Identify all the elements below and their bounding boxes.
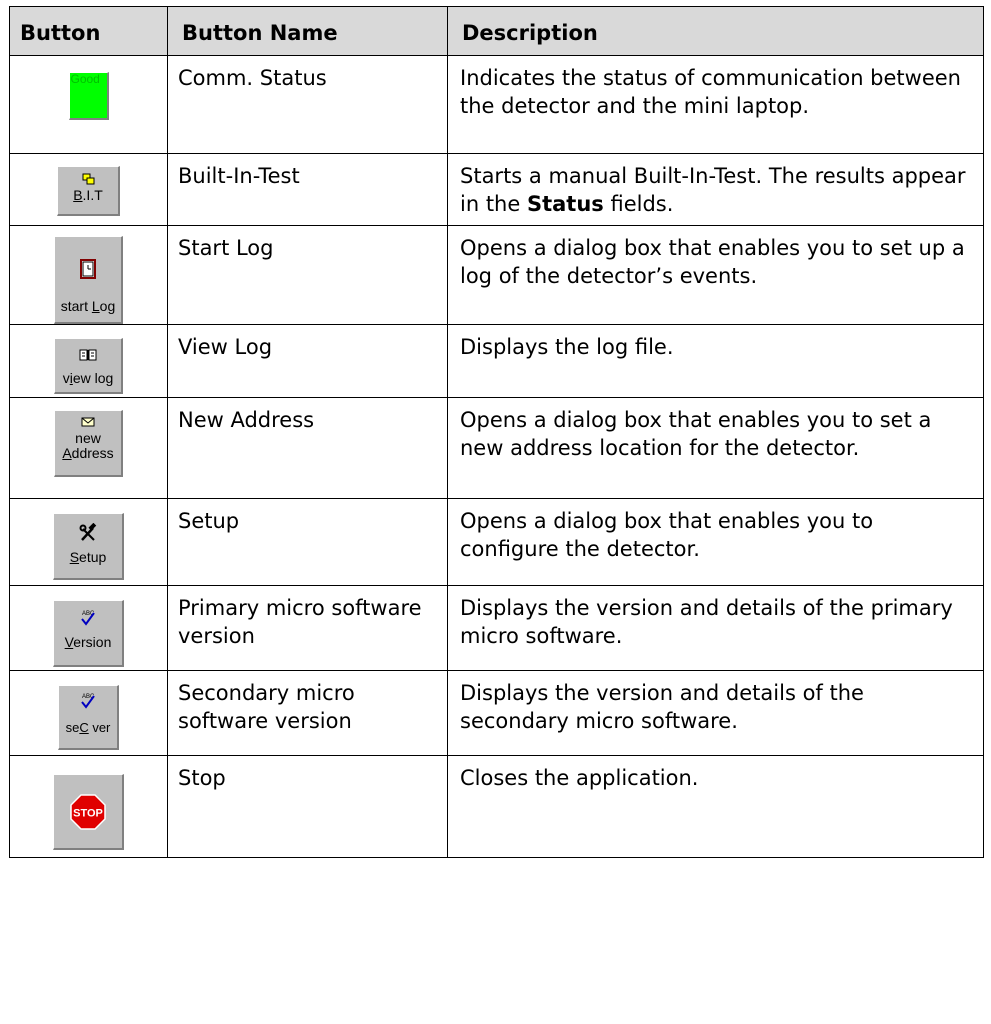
comm-status-indicator[interactable]: Good: [68, 72, 109, 120]
row-description: Closes the application.: [447, 755, 984, 858]
header-button: Button: [9, 6, 168, 56]
table-row: view log View Log Displays the log file.: [9, 324, 984, 398]
table-row: B.I.T Built-In-Test Starts a manual Buil…: [9, 153, 984, 226]
stop-button[interactable]: STOP: [53, 774, 124, 850]
start-log-button[interactable]: start Log: [54, 236, 123, 324]
row-name: Primary micro software version: [167, 585, 448, 671]
clock-log-icon: [80, 259, 96, 279]
row-name: Secondary micro software version: [167, 670, 448, 756]
row-description: Opens a dialog box that enables you to s…: [447, 397, 984, 499]
tools-icon: [79, 523, 97, 541]
table-row: ABC seC ver Secondary micro software ver…: [9, 670, 984, 756]
table-row: start Log Start Log Opens a dialog box t…: [9, 225, 984, 325]
row-name: Comm. Status: [167, 55, 448, 154]
new-address-button[interactable]: new Address: [54, 410, 123, 477]
spellcheck-icon: ABC: [81, 611, 95, 626]
table-row: new Address New Address Opens a dialog b…: [9, 397, 984, 499]
row-name: Start Log: [167, 225, 448, 325]
secondary-version-button[interactable]: ABC seC ver: [58, 685, 119, 750]
row-description: Indicates the status of communication be…: [447, 55, 984, 154]
header-button-name: Button Name: [167, 6, 448, 56]
new-address-label-line2: Address: [62, 445, 114, 461]
start-log-label: start Log: [60, 298, 116, 314]
row-name: Setup: [167, 498, 448, 586]
bit-button-label: B.I.T: [73, 187, 103, 203]
table-row: ABC Version Primary micro software versi…: [9, 585, 984, 671]
stop-sign-icon: STOP: [70, 794, 106, 830]
row-description: Displays the version and details of the …: [447, 670, 984, 756]
header-description: Description: [447, 6, 984, 56]
status-good-label: Good: [70, 72, 100, 86]
version-button[interactable]: ABC Version: [53, 600, 124, 667]
table-row: STOP Stop Closes the application.: [9, 755, 984, 858]
setup-label: Setup: [69, 549, 107, 565]
table-row: Good Comm. Status Indicates the status o…: [9, 55, 984, 154]
row-description: Starts a manual Built-In-Test. The resul…: [447, 153, 984, 226]
row-description: Opens a dialog box that enables you to c…: [447, 498, 984, 586]
row-name: Built-In-Test: [167, 153, 448, 226]
secondary-version-label: seC ver: [65, 720, 111, 735]
envelope-icon: [81, 417, 95, 427]
version-label: Version: [64, 634, 112, 650]
table-row: Setup Setup Opens a dialog box that enab…: [9, 498, 984, 586]
button-reference-table: Button Button Name Description Good Comm…: [9, 6, 984, 858]
new-address-label-line1: new: [75, 430, 101, 446]
view-log-label: view log: [62, 370, 114, 386]
bit-button[interactable]: B.I.T: [57, 166, 120, 216]
row-description: Displays the log file.: [447, 324, 984, 398]
setup-button[interactable]: Setup: [53, 513, 124, 580]
bit-test-icon: [82, 173, 95, 185]
spellcheck-icon: ABC: [81, 694, 95, 709]
view-log-button[interactable]: view log: [54, 338, 123, 394]
table-header-row: Button Button Name Description: [9, 6, 984, 56]
row-description: Opens a dialog box that enables you to s…: [447, 225, 984, 325]
row-name: Stop: [167, 755, 448, 858]
row-description: Displays the version and details of the …: [447, 585, 984, 671]
svg-text:STOP: STOP: [73, 808, 103, 820]
row-name: New Address: [167, 397, 448, 499]
open-book-icon: [79, 349, 97, 361]
status-emphasis: Status: [526, 192, 604, 216]
row-name: View Log: [167, 324, 448, 398]
